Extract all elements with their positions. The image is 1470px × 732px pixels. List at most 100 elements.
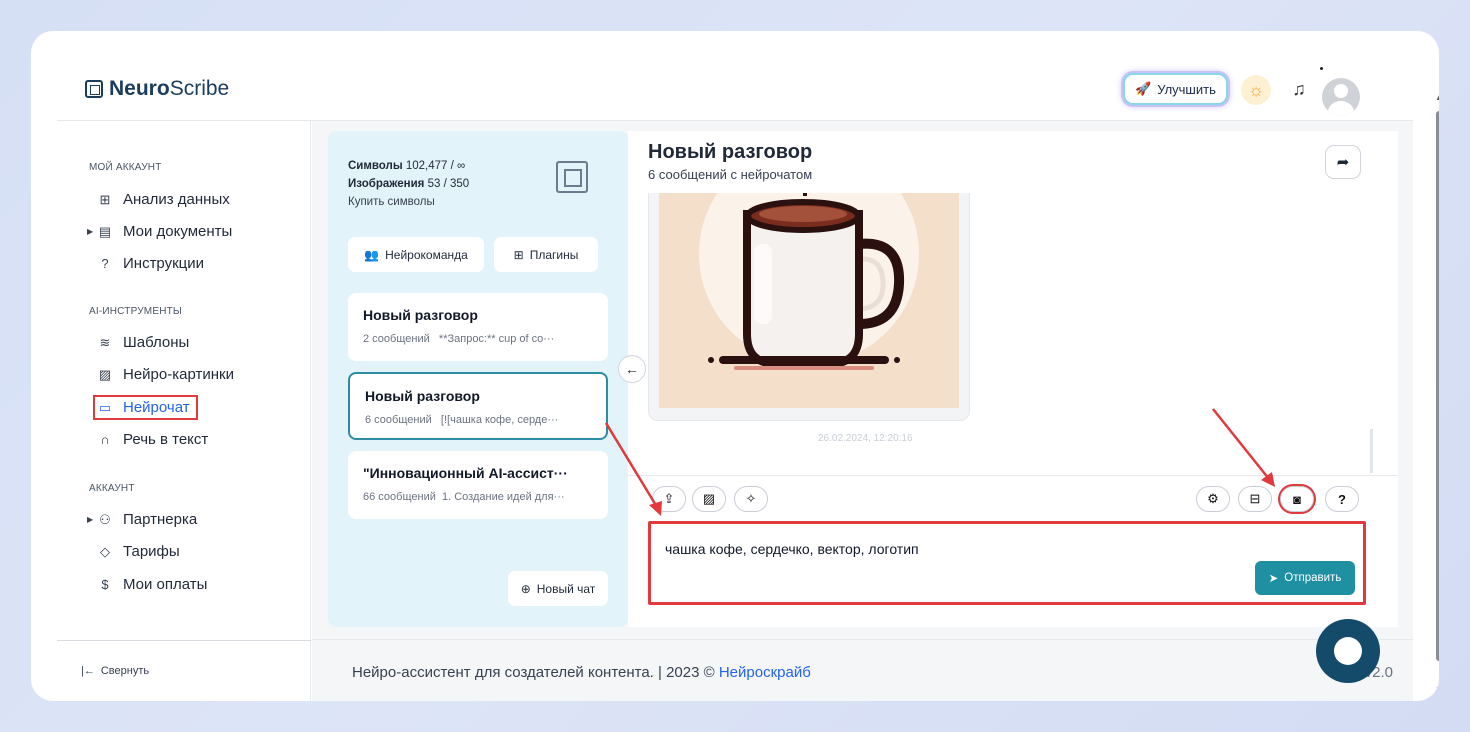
logo-bold: Neuro bbox=[109, 77, 170, 100]
scroll-up-icon[interactable]: ▲ bbox=[1435, 93, 1439, 102]
page-scrollbar[interactable]: ▲ ▼ bbox=[1434, 93, 1439, 701]
sidebar-item-speech-to-text[interactable]: ∩ Речь в текст bbox=[97, 431, 208, 448]
chat-title: Новый разговор bbox=[648, 141, 813, 163]
sidebar-item-my-payments[interactable]: $ Мои оплаты bbox=[97, 576, 207, 593]
sidebar-item-label: Нейрочат bbox=[123, 399, 190, 416]
new-chat-label: Новый чат bbox=[536, 581, 596, 596]
caret-right-icon: ▶ bbox=[87, 515, 94, 524]
theme-sun-icon[interactable]: ☼ bbox=[1241, 75, 1271, 105]
image-icon[interactable]: ▨ bbox=[692, 486, 726, 512]
support-chat-button[interactable] bbox=[1316, 619, 1380, 683]
conversation-title: "Инновационный AI-ассист··· bbox=[363, 465, 568, 481]
avatar[interactable] bbox=[1322, 78, 1360, 116]
plugins-button[interactable]: ⊞ Плагины bbox=[494, 237, 598, 272]
top-header: NeuroScribe 🚀 Улучшить ☼ ♫ bbox=[57, 59, 1413, 121]
sidebar-item-templates[interactable]: ≋ Шаблоны bbox=[97, 334, 190, 351]
sidebar-item-data-analysis[interactable]: ⊞ Анализ данных bbox=[97, 191, 230, 208]
logo-icon bbox=[85, 80, 103, 98]
bell-icon[interactable]: ♫ bbox=[1287, 77, 1311, 101]
grid-icon: ⊞ bbox=[99, 191, 111, 207]
collapse-label: Свернуть bbox=[100, 665, 150, 677]
symbols-value: 102,477 / ∞ bbox=[405, 160, 466, 172]
sidebar-item-label: Речь в текст bbox=[123, 431, 209, 448]
dollar-icon: $ bbox=[101, 577, 109, 592]
sidebar-item-label: Инструкции bbox=[123, 255, 205, 272]
caret-right-icon: ▶ bbox=[87, 227, 94, 236]
question-circle-icon: ? bbox=[101, 256, 109, 271]
settings-icon[interactable]: ⚙ bbox=[1196, 486, 1230, 512]
main-area: Символы 102,477 / ∞ Изображения 53 / 350… bbox=[312, 121, 1413, 701]
upload-icon[interactable]: ⇪ bbox=[652, 486, 686, 512]
sidebar-item-label: Партнерка bbox=[123, 511, 198, 528]
layers-icon: ≋ bbox=[99, 334, 111, 350]
layout-icon[interactable]: ⊟ bbox=[1238, 486, 1272, 512]
sidebar-item-neurochat[interactable]: ▭ Нейрочат bbox=[93, 395, 198, 420]
sidebar-item-partner[interactable]: ▶ ⚇ Партнерка bbox=[87, 511, 198, 528]
input-toolbar: ⇪ ▨ ✧ ⚙ ⊟ ◙ ? bbox=[628, 475, 1398, 523]
buy-symbols-link[interactable]: Купить символы bbox=[348, 193, 469, 211]
collapse-left-icon: |← bbox=[81, 665, 95, 677]
conversation-meta: 2 сообщений **Запрос:** cup of co··· bbox=[363, 333, 555, 345]
conversation-item[interactable]: Новый разговор 2 сообщений **Запрос:** c… bbox=[348, 293, 608, 361]
sidebar-divider bbox=[57, 640, 311, 641]
rocket-icon: 🚀 bbox=[1135, 81, 1152, 96]
message-timestamp: 26.02.2024, 12:20:16 bbox=[818, 433, 913, 444]
scroll-thumb[interactable] bbox=[1436, 111, 1439, 661]
sidebar-item-label: Тарифы bbox=[123, 543, 180, 560]
footer-link[interactable]: Нейроскрайб bbox=[719, 664, 811, 681]
messages-scrollbar[interactable] bbox=[1370, 429, 1373, 473]
brand-logo-icon bbox=[556, 161, 588, 193]
window-frame: NeuroScribe 🚀 Улучшить ☼ ♫ МОЙ АККАУНТ ⊞… bbox=[31, 31, 1439, 701]
image-icon: ▨ bbox=[98, 366, 112, 382]
notification-dot bbox=[1320, 67, 1323, 70]
sidebar-item-my-documents[interactable]: ▶ ▤ Мои документы bbox=[87, 223, 233, 240]
help-button[interactable]: ? bbox=[1325, 486, 1359, 512]
image-message[interactable] bbox=[648, 193, 970, 421]
tag-icon: ◇ bbox=[100, 543, 110, 559]
team-icon: 👥 bbox=[364, 247, 380, 262]
logo[interactable]: NeuroScribe bbox=[85, 77, 229, 101]
chat-bubble-icon: ▭ bbox=[98, 399, 112, 415]
sidebar-item-label: Мои документы bbox=[123, 223, 233, 240]
message-input[interactable]: чашка кофе, сердечко, вектор, логотип ➤ … bbox=[648, 521, 1366, 605]
chat-panel: Новый разговор 6 сообщений с нейрочатом … bbox=[628, 131, 1398, 627]
upgrade-button[interactable]: 🚀 Улучшить bbox=[1123, 73, 1228, 105]
footer: Нейро-ассистент для создателей контента.… bbox=[312, 639, 1413, 701]
send-icon: ➤ bbox=[1268, 573, 1279, 585]
robot-icon[interactable]: ◙ bbox=[1280, 486, 1314, 512]
send-label: Отправить bbox=[1284, 572, 1342, 584]
images-value: 53 / 350 bbox=[427, 178, 470, 190]
arrow-left-icon[interactable]: ← bbox=[618, 355, 646, 383]
plugins-label: Плагины bbox=[529, 247, 579, 262]
collapse-button[interactable]: |← Свернуть bbox=[81, 665, 149, 677]
conversation-meta: 66 сообщений 1. Создание идей для··· bbox=[363, 491, 565, 503]
grid-icon: ⊞ bbox=[513, 247, 524, 262]
magic-wand-icon[interactable]: ✧ bbox=[734, 486, 768, 512]
plus-circle-icon: ⊕ bbox=[520, 581, 531, 596]
conversation-item-selected[interactable]: Новый разговор 6 сообщений [![чашка кофе… bbox=[348, 372, 608, 440]
neuroteam-button[interactable]: 👥 Нейрокоманда bbox=[348, 237, 484, 272]
conversation-title: Новый разговор bbox=[365, 388, 480, 404]
message-input-value[interactable]: чашка кофе, сердечко, вектор, логотип bbox=[665, 541, 919, 557]
sidebar-item-label: Шаблоны bbox=[123, 334, 190, 351]
upgrade-label: Улучшить bbox=[1157, 81, 1216, 97]
sidebar-item-tariffs[interactable]: ◇ Тарифы bbox=[97, 543, 180, 560]
sidebar-item-label: Мои оплаты bbox=[123, 576, 208, 593]
conversation-meta: 6 сообщений [![чашка кофе, серде··· bbox=[365, 414, 559, 426]
new-chat-button[interactable]: ⊕ Новый чат bbox=[508, 571, 608, 606]
sidebar-item-neuro-images[interactable]: ▨ Нейро-картинки bbox=[97, 366, 234, 383]
sidebar-item-instructions[interactable]: ? Инструкции bbox=[97, 255, 204, 272]
send-button[interactable]: ➤ Отправить bbox=[1255, 561, 1355, 595]
footer-text: Нейро-ассистент для создателей контента.… bbox=[352, 664, 811, 681]
neuroteam-label: Нейрокоманда bbox=[385, 247, 468, 262]
chat-subtitle: 6 сообщений с нейрочатом bbox=[648, 167, 813, 182]
symbols-label: Символы bbox=[348, 160, 403, 172]
share-icon[interactable]: ➦ bbox=[1325, 145, 1361, 179]
usage-stats: Символы 102,477 / ∞ Изображения 53 / 350… bbox=[348, 157, 469, 211]
images-label: Изображения bbox=[348, 178, 425, 190]
scroll-down-icon[interactable]: ▼ bbox=[1435, 685, 1439, 694]
message-area: 26.02.2024, 12:20:16 bbox=[628, 193, 1398, 475]
sidebar-item-label: Анализ данных bbox=[123, 191, 230, 208]
section-title-account-2: АККАУНТ bbox=[89, 483, 135, 494]
conversation-item[interactable]: "Инновационный AI-ассист··· 66 сообщений… bbox=[348, 451, 608, 519]
